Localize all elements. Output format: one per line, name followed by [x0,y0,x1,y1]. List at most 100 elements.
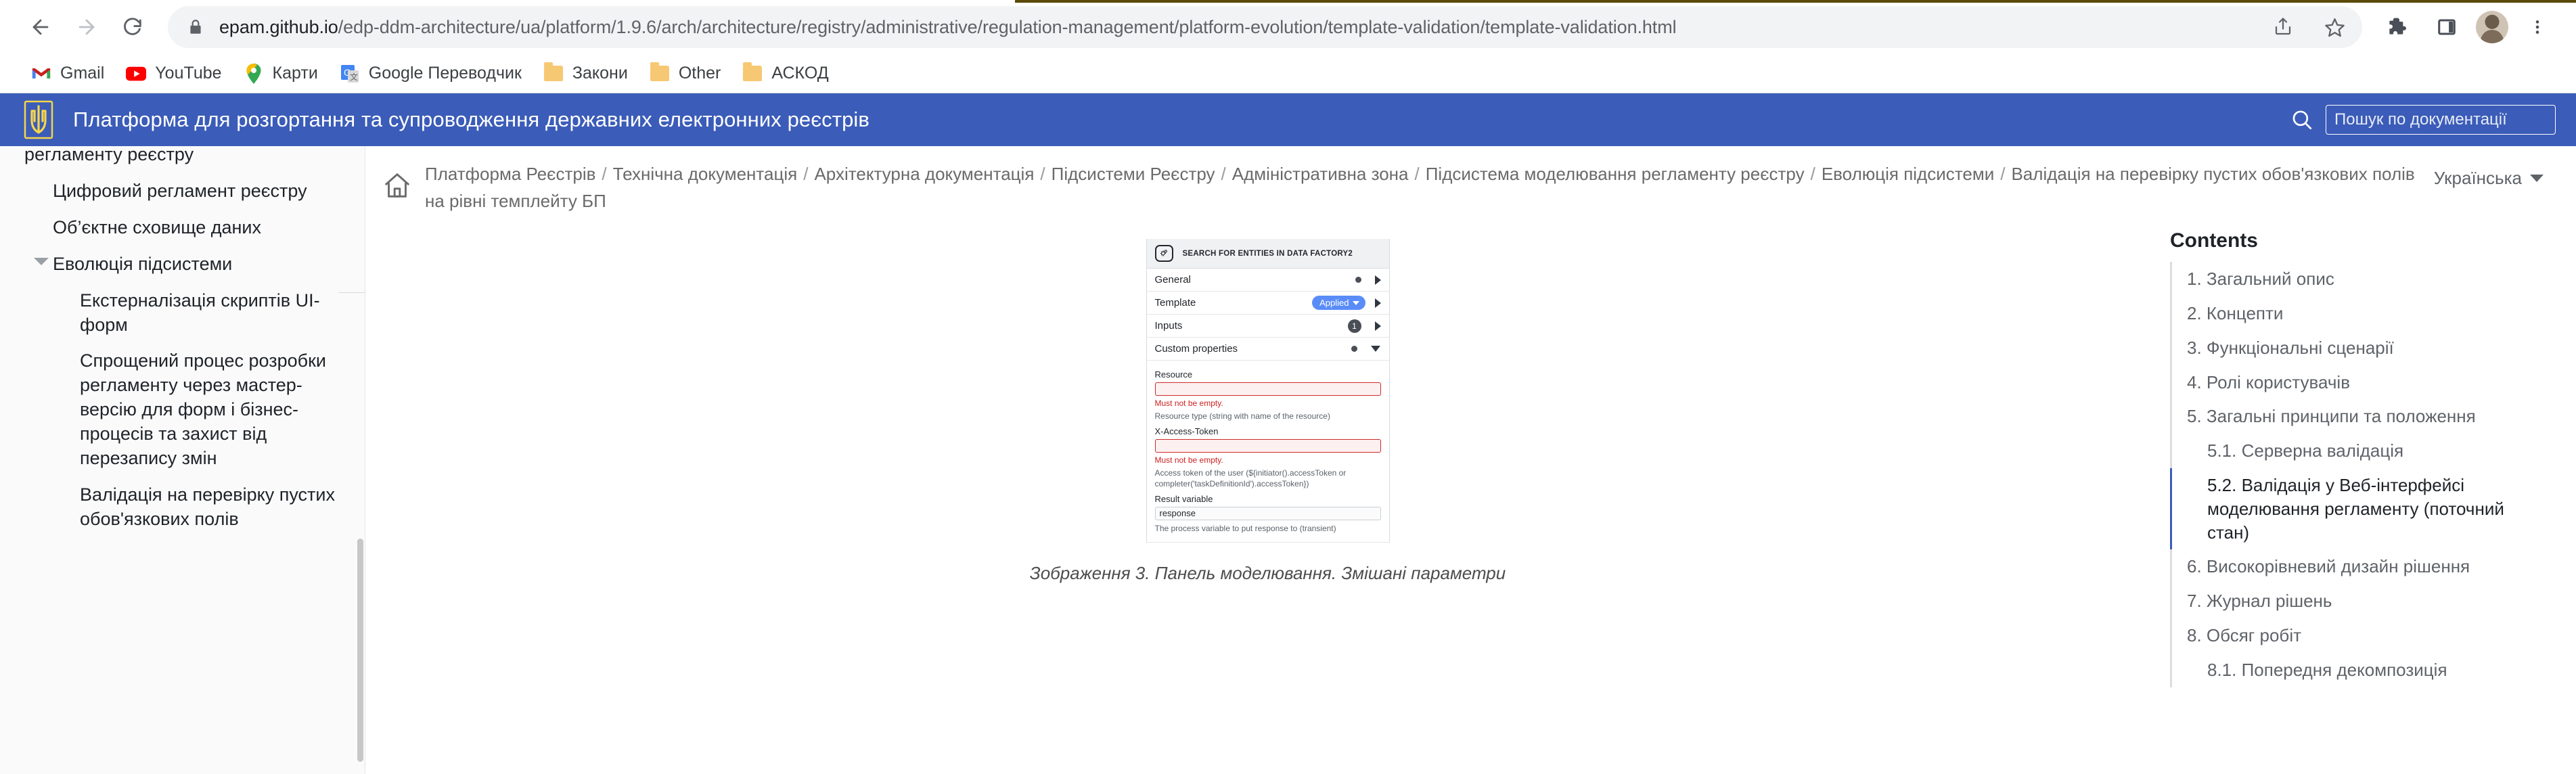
url-domain: epam.github.io [219,16,338,37]
toc-item-6[interactable]: 6. Високорівневий дизайн рішення [2172,549,2549,584]
address-bar[interactable]: epam.github.io/edp-ddm-architecture/ua/p… [168,6,2362,48]
sidebar-item-empty-required-fields-validation[interactable]: Валідація на перевірку пустих обов'язков… [0,477,342,538]
bookmark-label: Google Переводчик [368,64,522,83]
breadcrumb-separator: / [602,164,607,184]
resource-field-hint: Resource type (string with name of the r… [1154,411,1330,422]
bookmark-youtube[interactable]: YouTube [115,60,232,88]
bookmark-folder-other[interactable]: Other [639,60,732,88]
template-applied-badge[interactable]: Applied [1312,296,1365,311]
chevron-down-icon [2530,175,2544,182]
sidebar-item-subsystem-evolution[interactable]: Еволюція підсистеми [0,246,342,283]
toc-item-5-1[interactable]: 5.1. Серверна валідація [2172,434,2549,468]
share-button[interactable] [2262,6,2304,48]
breadcrumb-item[interactable]: Платформа Реєстрів [425,164,595,184]
resource-field[interactable] [1154,382,1381,396]
chevron-down-icon[interactable] [1370,346,1380,352]
extensions-button[interactable] [2376,6,2418,48]
kebab-menu-icon [2535,20,2539,34]
sidebar-item-simplified-process[interactable]: Спрощений процес розробки регламенту чер… [0,343,342,477]
bookmark-label: АСКОД [771,64,829,83]
breadcrumb-item[interactable]: Еволюція підсистеми [1822,164,1994,184]
panel-group-custom-properties[interactable]: Custom properties [1146,338,1389,361]
chevron-right-icon[interactable] [1374,298,1381,308]
bookmark-folder-zakony[interactable]: Закони [533,60,639,88]
panel-title: SEARCH FOR ENTITIES IN DATA FACTORY2 [1182,249,1353,258]
youtube-icon [126,64,147,84]
toc-item-8[interactable]: 8. Обсяг робіт [2172,618,2549,653]
sidebar-scrollbar[interactable] [357,146,363,774]
profile-avatar[interactable] [2476,11,2508,43]
breadcrumb-separator: / [803,164,809,184]
browser-toolbar: epam.github.io/edp-ddm-architecture/ua/p… [0,0,2576,54]
panel-group-label: Template [1154,297,1196,309]
result-variable-field[interactable] [1154,506,1381,520]
status-dot-icon [1355,277,1361,283]
result-variable-field-label: Result variable [1154,493,1213,504]
x-access-token-field[interactable] [1154,438,1381,453]
page-body: регламенту реєстру Цифровий регламент ре… [0,146,2576,774]
language-selector[interactable]: Українська [2434,168,2549,189]
panel-header: SEARCH FOR ENTITIES IN DATA FACTORY2 [1146,239,1389,269]
search-icon[interactable] [2290,108,2313,131]
toc-item-5[interactable]: 5. Загальні принципи та положення [2172,399,2549,434]
sidebar-item-reglament-reestru[interactable]: регламенту реєстру [0,146,342,173]
toc-item-8-1[interactable]: 8.1. Попередня декомпозиція [2172,653,2549,687]
chrome-menu-button[interactable] [2516,6,2558,48]
sidebar-item-object-storage[interactable]: Об’єктне сховище даних [0,210,342,246]
translate-icon: G文 [340,64,360,84]
folder-icon [543,62,564,84]
bookmark-label: Карти [272,64,318,83]
breadcrumb-item[interactable]: Підсистеми Реєстру [1052,164,1215,184]
panel-group-inputs[interactable]: Inputs 1 [1146,315,1389,338]
panel-group-label: Custom properties [1154,343,1238,355]
chevron-right-icon[interactable] [1374,321,1381,331]
breadcrumb-item[interactable]: Архітектурна документація [814,164,1034,184]
sidebar-item-digital-regulation[interactable]: Цифровий регламент реєстру [0,173,342,210]
sidebar-item-ui-form-scripts[interactable]: Екстерналізація скриптів UI-форм [0,283,342,344]
toc-title: Contents [2170,229,2258,252]
bookmark-folder-askod[interactable]: АСКОД [731,60,839,88]
chevron-down-icon[interactable] [34,257,49,265]
breadcrumb-item[interactable]: Адміністративна зона [1232,164,1409,184]
puzzle-icon [2389,18,2406,35]
chevron-right-icon[interactable] [1374,275,1381,285]
toc-item-2[interactable]: 2. Концепти [2172,296,2549,331]
breadcrumb-separator: / [1810,164,1815,184]
toc-item-7[interactable]: 7. Журнал рішень [2172,584,2549,618]
back-button[interactable] [18,4,64,50]
bookmark-maps[interactable]: Карти [233,60,329,88]
breadcrumb-item[interactable]: Технічна документація [613,164,798,184]
home-icon[interactable] [382,170,413,202]
panel-group-general[interactable]: General [1146,269,1389,292]
forward-button[interactable] [64,4,110,50]
toc-item-1[interactable]: 1. Загальний опис [2172,262,2549,296]
browser-chrome: epam.github.io/edp-ddm-architecture/ua/p… [0,0,2576,93]
sidebar-scrollbar-thumb[interactable] [357,539,363,762]
x-access-token-field-hint: Access token of the user (${initiator().… [1154,468,1347,488]
bookmark-google-translate[interactable]: G文 Google Переводчик [329,60,533,88]
bookmark-gmail[interactable]: Gmail [20,60,115,88]
sidepanel-button[interactable] [2426,6,2468,48]
search-input[interactable] [2326,105,2556,135]
status-dot-icon [1351,346,1357,352]
share-icon [2275,18,2291,35]
inputs-count-badge: 1 [1347,319,1361,333]
article: SEARCH FOR ENTITIES IN DATA FACTORY2 Gen… [365,214,2170,584]
table-of-contents: Contents 1. Загальний опис 2. Концепти 3… [2170,214,2576,687]
panel-group-label: General [1154,274,1191,286]
toc-item-5-2[interactable]: 5.2. Валідація у Веб-інтерфейсі моделюва… [2170,468,2549,550]
panel-group-template[interactable]: Template Applied [1146,292,1389,315]
reload-button[interactable] [110,4,156,50]
left-sidebar-scroll: регламенту реєстру Цифровий регламент ре… [0,146,365,538]
x-access-token-field-label: X-Access-Token [1154,426,1219,436]
breadcrumb-separator: / [1414,164,1420,184]
site-header: Платформа для розгортання та супроводжен… [0,93,2576,146]
bookmark-star-button[interactable] [2313,6,2355,48]
toc-item-4[interactable]: 4. Ролі користувачів [2172,365,2549,400]
bookmarks-bar: Gmail YouTube Карти G文 Google Переводчик… [0,54,2576,93]
toc-item-3[interactable]: 3. Функціональні сценарії [2172,331,2549,365]
sidebar-item-label: Еволюція підсистеми [53,253,233,274]
breadcrumb-item[interactable]: Підсистема моделювання регламенту реєстр… [1426,164,1805,184]
bookmark-label: Other [678,64,721,83]
breadcrumb: Платформа Реєстрів / Технічна документація… [425,161,2422,214]
